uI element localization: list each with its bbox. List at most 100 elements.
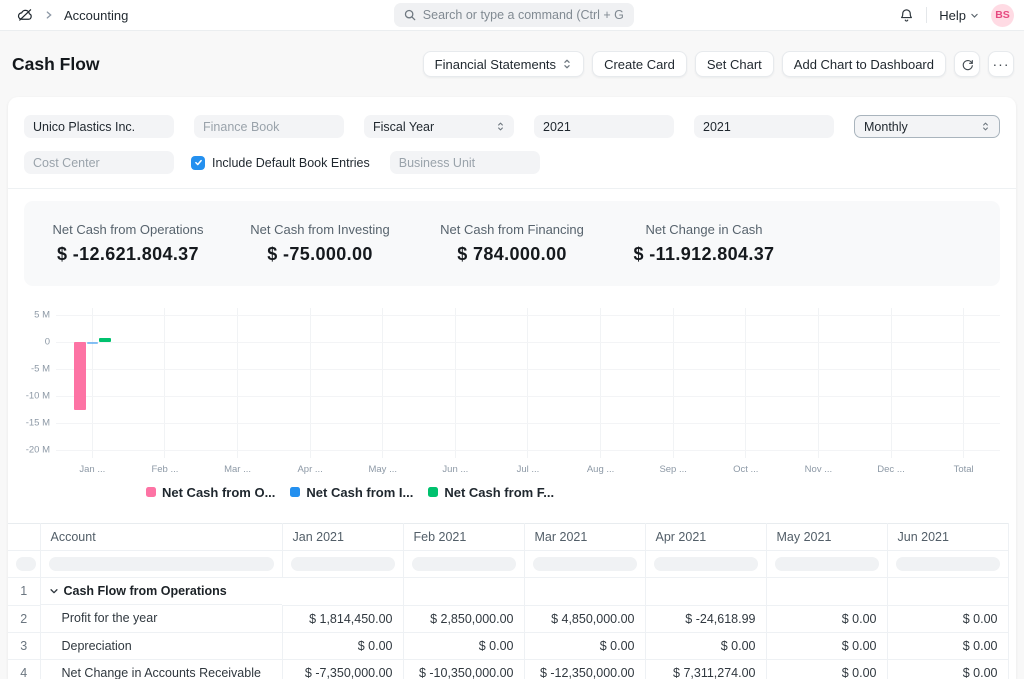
summary-value: $ -11.912.804.37 [608,244,800,265]
finance-book-filter[interactable]: Finance Book [194,115,344,138]
account-cell[interactable]: Net Change in Accounts Receivable [40,659,282,679]
chart-bars [56,308,1000,458]
value-cell[interactable]: $ -10,350,000.00 [403,659,524,679]
value-cell[interactable] [766,578,887,606]
notification-bell-icon[interactable] [899,8,914,23]
refresh-icon [961,58,974,71]
summary-card-investing: Net Cash from Investing $ -75.000.00 [224,222,416,265]
value-cell[interactable]: $ 0.00 [645,632,766,659]
company-filter[interactable]: Unico Plastics Inc. [24,115,174,138]
checkbox-label: Include Default Book Entries [212,156,370,170]
value-cell[interactable]: $ 0.00 [887,605,1008,632]
value-cell[interactable]: $ 0.00 [766,659,887,679]
value-cell[interactable]: $ 1,814,450.00 [282,605,403,632]
column-filter-input[interactable] [49,557,274,571]
table-row[interactable]: 2 Profit for the year $ 1,814,450.00 $ 2… [8,605,1008,632]
value-cell[interactable]: $ 0.00 [887,659,1008,679]
search-input[interactable] [423,8,624,22]
column-header-account[interactable]: Account [40,524,282,551]
financial-statements-dropdown[interactable]: Financial Statements [423,51,584,77]
account-name: Cash Flow from Operations [64,584,227,598]
column-filter-input[interactable] [896,557,1000,571]
search-bar[interactable] [394,3,634,27]
report-card: Unico Plastics Inc. Finance Book Fiscal … [8,97,1016,679]
value-cell[interactable]: $ 0.00 [524,632,645,659]
value-cell[interactable] [524,578,645,606]
ellipsis-icon: ··· [993,57,1010,71]
value-cell[interactable]: $ 4,850,000.00 [524,605,645,632]
set-chart-button[interactable]: Set Chart [695,51,774,77]
column-header-jun[interactable]: Jun 2021 [887,524,1008,551]
value-cell[interactable]: $ -7,350,000.00 [282,659,403,679]
column-header-jan[interactable]: Jan 2021 [282,524,403,551]
value-cell[interactable] [282,578,403,606]
x-tick: Apr ... [274,464,347,475]
column-filter-input[interactable] [775,557,879,571]
business-unit-filter[interactable]: Business Unit [390,151,540,174]
bar-net-cash-from-operations[interactable] [74,342,86,410]
table-row[interactable]: 1 Cash Flow from Operations [8,578,1008,606]
column-header-feb[interactable]: Feb 2021 [403,524,524,551]
value-cell[interactable]: $ -12,350,000.00 [524,659,645,679]
row-number: 2 [8,605,40,632]
app-logo-icon[interactable] [16,6,34,24]
value-cell[interactable]: $ 0.00 [887,632,1008,659]
financial-statements-label: Financial Statements [435,57,556,72]
column-filter-input[interactable] [654,557,758,571]
column-header-apr[interactable]: Apr 2021 [645,524,766,551]
summary-value: $ -75.000.00 [224,244,416,265]
legend-label: Net Cash from I... [306,485,413,500]
value-cell[interactable]: $ 0.00 [766,632,887,659]
value-cell[interactable]: $ 7,311,274.00 [645,659,766,679]
value-cell[interactable]: $ 0.00 [282,632,403,659]
chart-plot-area[interactable] [56,308,1000,458]
summary-label: Net Change in Cash [608,222,800,237]
account-cell[interactable]: Depreciation [40,632,282,659]
column-filter-input[interactable] [16,557,36,571]
x-tick: Sep ... [637,464,710,475]
summary-value: $ -12.621.804.37 [32,244,224,265]
value-cell[interactable] [403,578,524,606]
avatar[interactable]: BS [991,4,1014,27]
legend-item-operations[interactable]: Net Cash from O... [146,485,275,500]
value-cell[interactable] [645,578,766,606]
value-cell[interactable]: $ -24,618.99 [645,605,766,632]
table-row[interactable]: 4 Net Change in Accounts Receivable $ -7… [8,659,1008,679]
include-default-book-entries-checkbox[interactable]: Include Default Book Entries [191,156,370,170]
bar-net-cash-from-investing[interactable] [87,342,98,344]
value-cell[interactable]: $ 2,850,000.00 [403,605,524,632]
periodicity-value: Monthly [864,120,908,134]
summary-label: Net Cash from Financing [416,222,608,237]
summary-label: Net Cash from Investing [224,222,416,237]
periodicity-select[interactable]: Monthly [854,115,1000,138]
cost-center-filter[interactable]: Cost Center [24,151,174,174]
collapse-chevron-icon[interactable] [49,586,59,596]
more-options-button[interactable]: ··· [988,51,1014,77]
refresh-button[interactable] [954,51,980,77]
summary-card-operations: Net Cash from Operations $ -12.621.804.3… [32,222,224,265]
help-menu[interactable]: Help [939,8,979,23]
from-fiscal-year-filter[interactable]: 2021 [534,115,674,138]
to-fiscal-year-filter[interactable]: 2021 [694,115,834,138]
legend-item-financing[interactable]: Net Cash from F... [428,485,554,500]
account-cell[interactable]: Profit for the year [40,605,282,632]
value-cell[interactable]: $ 0.00 [766,605,887,632]
x-tick: May ... [346,464,419,475]
breadcrumb[interactable]: Accounting [64,8,128,23]
create-card-button[interactable]: Create Card [592,51,687,77]
add-chart-to-dashboard-button[interactable]: Add Chart to Dashboard [782,51,946,77]
value-cell[interactable] [887,578,1008,606]
column-header-may[interactable]: May 2021 [766,524,887,551]
summary-value: $ 784.000.00 [416,244,608,265]
column-filter-input[interactable] [533,557,637,571]
bar-net-cash-from-financing[interactable] [99,338,111,342]
legend-item-investing[interactable]: Net Cash from I... [290,485,413,500]
column-header-mar[interactable]: Mar 2021 [524,524,645,551]
table-row[interactable]: 3 Depreciation $ 0.00 $ 0.00 $ 0.00 $ 0.… [8,632,1008,659]
checkbox-checked-icon [191,156,205,170]
column-filter-input[interactable] [412,557,516,571]
column-filter-input[interactable] [291,557,395,571]
account-cell[interactable]: Cash Flow from Operations [41,578,283,605]
value-cell[interactable]: $ 0.00 [403,632,524,659]
period-basis-select[interactable]: Fiscal Year [364,115,514,138]
